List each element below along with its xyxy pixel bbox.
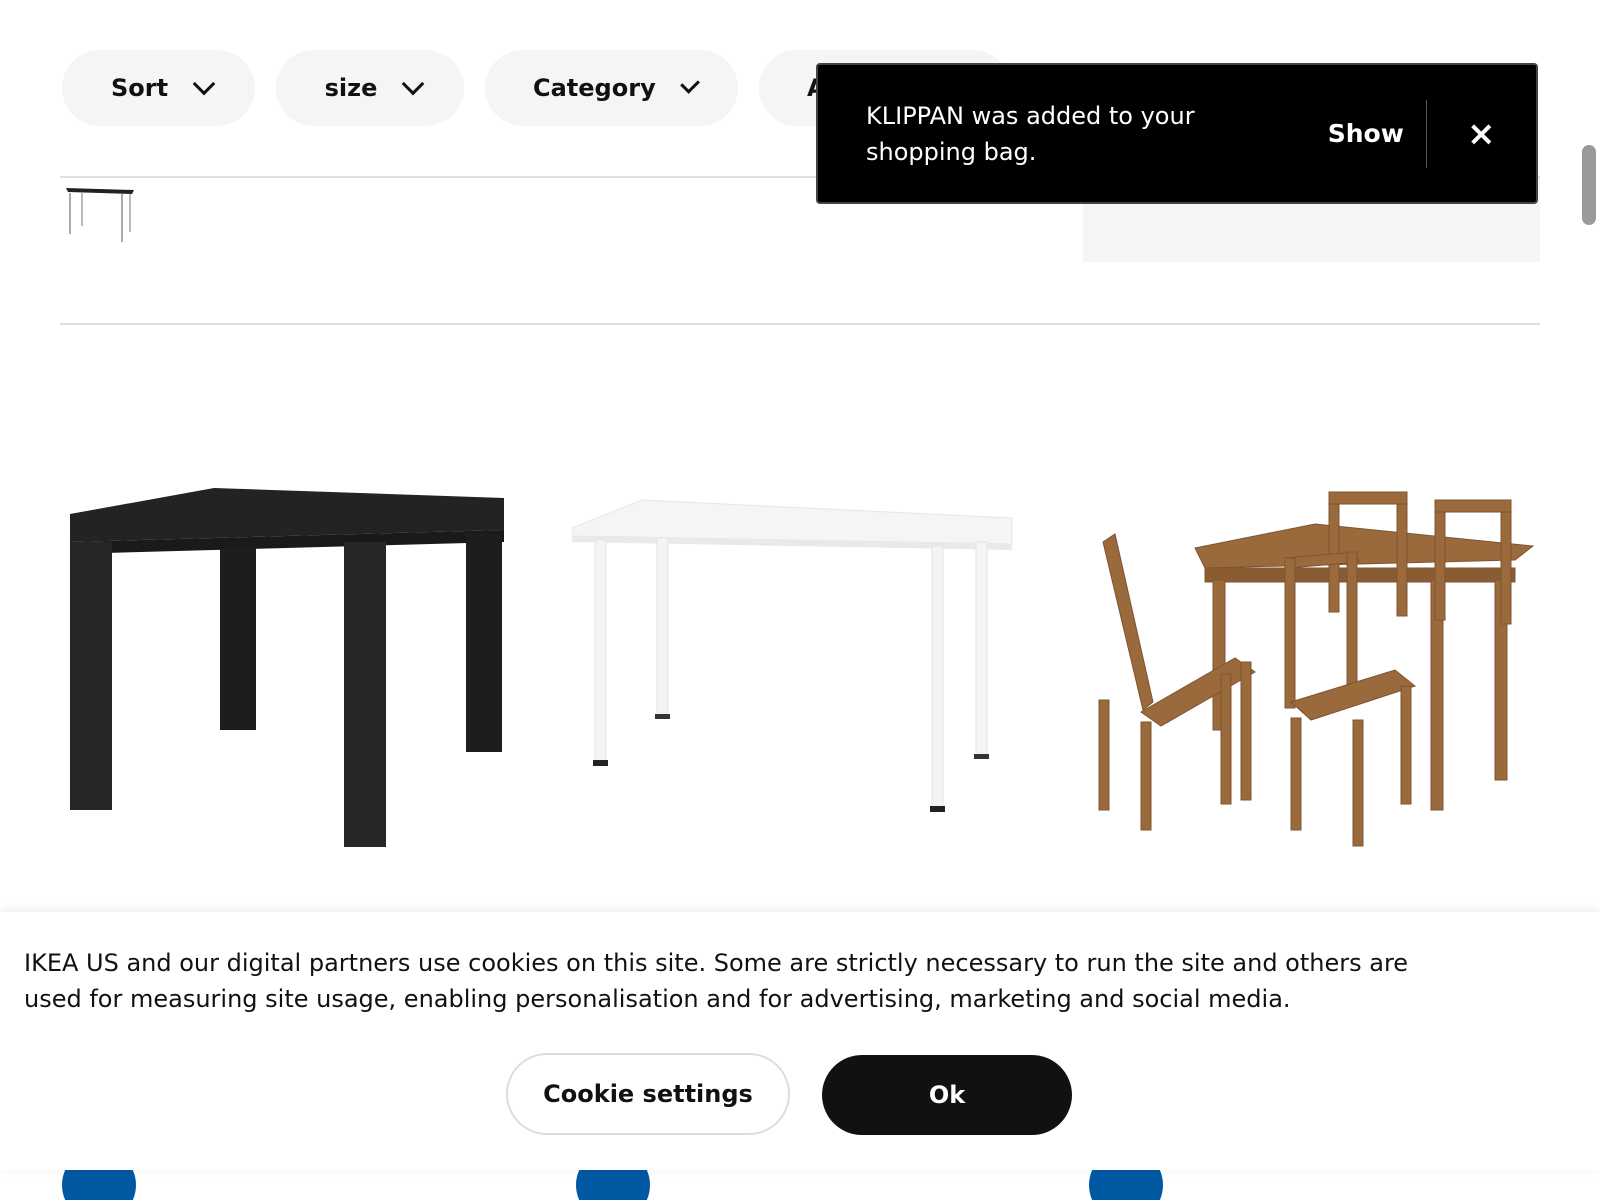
chevron-down-icon bbox=[679, 73, 700, 94]
cookie-text: IKEA US and our digital partners use coo… bbox=[24, 949, 1409, 1013]
product-image-dining-set[interactable] bbox=[1085, 430, 1535, 850]
added-to-bag-toast: KLIPPAN was added to your shopping bag. … bbox=[816, 63, 1538, 204]
toast-message: KLIPPAN was added to your shopping bag. bbox=[866, 101, 1195, 166]
toast-show-button[interactable]: Show bbox=[1306, 119, 1425, 148]
category-filter-label: Category bbox=[533, 74, 656, 102]
chevron-down-icon bbox=[192, 72, 216, 95]
cookie-ok-button[interactable]: Ok bbox=[822, 1055, 1072, 1135]
size-filter-button[interactable]: size bbox=[276, 50, 464, 126]
category-filter-button[interactable]: Category bbox=[485, 50, 738, 126]
size-filter-label: size bbox=[324, 74, 378, 102]
chevron-down-icon bbox=[402, 72, 425, 95]
desk-thumbnail-image[interactable] bbox=[64, 184, 136, 244]
cookie-settings-button[interactable]: Cookie settings bbox=[506, 1053, 790, 1135]
close-icon[interactable]: × bbox=[1427, 65, 1537, 202]
product-image-side-table[interactable] bbox=[62, 430, 512, 850]
sort-filter-button[interactable]: Sort bbox=[62, 50, 255, 126]
divider bbox=[60, 323, 1540, 325]
sort-filter-label: Sort bbox=[110, 74, 169, 102]
cookie-banner: IKEA US and our digital partners use coo… bbox=[0, 912, 1600, 1170]
scrollbar-thumb[interactable] bbox=[1582, 145, 1596, 225]
product-image-white-desk[interactable] bbox=[572, 430, 1022, 850]
